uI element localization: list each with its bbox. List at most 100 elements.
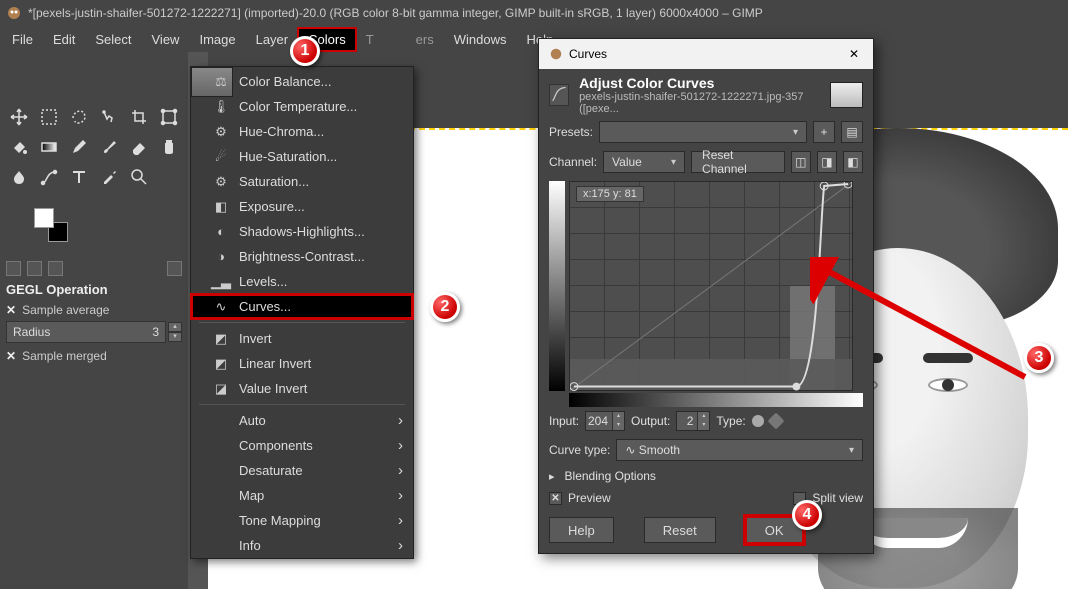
- expand-arrow-icon: ▸: [549, 470, 555, 483]
- menu-tools-partial[interactable]: T: [356, 28, 384, 51]
- cursor-xy-label: x:175 y: 81: [576, 186, 644, 202]
- fuzzy-select-tool-icon[interactable]: [96, 104, 122, 130]
- menu-exposure[interactable]: ◧Exposure...: [191, 194, 413, 219]
- smudge-tool-icon[interactable]: [6, 164, 32, 190]
- menu-separator: [199, 322, 405, 323]
- menu-map[interactable]: Map: [191, 483, 413, 508]
- window-titlebar: *[pexels-justin-shaifer-501272-1222271] …: [0, 0, 1068, 26]
- bucket-fill-tool-icon[interactable]: [6, 134, 32, 160]
- histogram-linear-button[interactable]: ◫: [791, 151, 811, 173]
- blending-options-row[interactable]: ▸ Blending Options: [539, 465, 873, 487]
- color-picker-tool-icon[interactable]: [96, 164, 122, 190]
- presets-label: Presets:: [549, 125, 593, 139]
- radius-spinner[interactable]: ▴▾: [168, 322, 182, 342]
- paintbrush-tool-icon[interactable]: [96, 134, 122, 160]
- menu-desaturate[interactable]: Desaturate: [191, 458, 413, 483]
- fg-color-swatch[interactable]: [34, 208, 54, 228]
- menu-brightness-contrast[interactable]: ◑Brightness-Contrast...: [191, 244, 413, 269]
- dock-tab-menu[interactable]: [167, 261, 182, 276]
- curve-graph[interactable]: x:175 y: 81: [569, 181, 853, 391]
- gradient-tool-icon[interactable]: [36, 134, 62, 160]
- tool-options-title: GEGL Operation: [6, 282, 182, 297]
- curves-dialog: Curves ✕ Adjust Color Curves pexels-just…: [538, 38, 874, 554]
- chevron-down-icon: ▾: [849, 445, 854, 456]
- menu-color-temperature[interactable]: 🌡Color Temperature...: [191, 94, 413, 119]
- reset-button[interactable]: Reset: [644, 517, 716, 543]
- curve-area: x:175 y: 81: [549, 181, 863, 391]
- presets-select[interactable]: ▾: [599, 121, 807, 143]
- invert-icon: ◪: [213, 381, 229, 397]
- curve-type-label: Curve type:: [549, 443, 610, 457]
- menu-linear-invert[interactable]: ◩Linear Invert: [191, 351, 413, 376]
- curve-type-select[interactable]: ∿ Smooth▾: [616, 439, 863, 461]
- move-tool-icon[interactable]: [6, 104, 32, 130]
- split-view-label: Split view: [812, 491, 863, 505]
- menu-invert[interactable]: ◩Invert: [191, 326, 413, 351]
- preview-checkbox[interactable]: ✕: [549, 492, 562, 505]
- callout-3: 3: [1024, 343, 1054, 373]
- preview-label: Preview: [568, 491, 611, 505]
- callout-2: 2: [430, 292, 460, 322]
- clone-tool-icon[interactable]: [156, 134, 182, 160]
- levels-icon: ▁▃: [213, 274, 229, 290]
- dock-tab-3[interactable]: [48, 261, 63, 276]
- menu-info[interactable]: Info: [191, 533, 413, 558]
- dialog-heading: Adjust Color Curves: [579, 75, 820, 91]
- menu-hue-saturation[interactable]: ☄Hue-Saturation...: [191, 144, 413, 169]
- callout-4: 4: [792, 500, 822, 530]
- chevron-down-icon: ▾: [793, 127, 798, 138]
- menu-file[interactable]: File: [2, 28, 43, 51]
- text-tool-icon[interactable]: [66, 164, 92, 190]
- sliders-icon: ☄: [213, 149, 229, 165]
- menu-windows[interactable]: Windows: [444, 28, 517, 51]
- gimp-logo-icon: [6, 5, 22, 21]
- dock-tab-1[interactable]: [6, 261, 21, 276]
- dock-tab-2[interactable]: [27, 261, 42, 276]
- rect-select-tool-icon[interactable]: [36, 104, 62, 130]
- menu-filters-partial[interactable]: ers: [406, 28, 444, 51]
- sample-average-label: Sample average: [22, 303, 109, 317]
- close-icon[interactable]: ✕: [845, 45, 863, 63]
- menu-view[interactable]: View: [142, 28, 190, 51]
- menu-edit[interactable]: Edit: [43, 28, 85, 51]
- sample-average-row[interactable]: ✕ Sample average: [6, 303, 182, 317]
- menu-curves[interactable]: ∿Curves...: [191, 294, 413, 319]
- add-preset-button[interactable]: +: [813, 121, 835, 143]
- fg-bg-color-swatch[interactable]: [34, 208, 68, 242]
- free-select-tool-icon[interactable]: [66, 104, 92, 130]
- input-value-field[interactable]: 204▴▾: [585, 411, 625, 431]
- menu-image[interactable]: Image: [189, 28, 245, 51]
- transform-tool-icon[interactable]: [156, 104, 182, 130]
- zoom-tool-icon[interactable]: [126, 164, 152, 190]
- menu-select[interactable]: Select: [85, 28, 141, 51]
- menu-auto[interactable]: Auto: [191, 408, 413, 433]
- menu-hue-chroma[interactable]: ⚙Hue-Chroma...: [191, 119, 413, 144]
- output-value-field[interactable]: 2▴▾: [676, 411, 710, 431]
- sample-average-checkbox[interactable]: ✕: [6, 303, 16, 317]
- histogram-perceptual-button[interactable]: ◧: [843, 151, 863, 173]
- crop-tool-icon[interactable]: [126, 104, 152, 130]
- menu-tone-mapping[interactable]: Tone Mapping: [191, 508, 413, 533]
- menu-components[interactable]: Components: [191, 433, 413, 458]
- dock-tabs: [6, 258, 182, 278]
- preset-menu-button[interactable]: ▤: [841, 121, 863, 143]
- point-type-smooth[interactable]: [752, 415, 764, 427]
- histogram-log-button[interactable]: ◨: [817, 151, 837, 173]
- menu-value-invert[interactable]: ◪Value Invert: [191, 376, 413, 401]
- reset-channel-button[interactable]: Reset Channel: [691, 151, 785, 173]
- dialog-titlebar[interactable]: Curves ✕: [539, 39, 873, 69]
- menu-color-balance[interactable]: ⚖Color Balance...: [191, 69, 413, 94]
- menu-saturation[interactable]: ⚙Saturation...: [191, 169, 413, 194]
- menu-shadows-highlights[interactable]: ◐Shadows-Highlights...: [191, 219, 413, 244]
- help-button[interactable]: Help: [549, 517, 614, 543]
- pencil-tool-icon[interactable]: [66, 134, 92, 160]
- radius-field[interactable]: Radius 3: [6, 321, 166, 343]
- path-tool-icon[interactable]: [36, 164, 62, 190]
- sample-merged-row[interactable]: ✕ Sample merged: [6, 349, 182, 363]
- blending-options-label: Blending Options: [565, 469, 656, 483]
- channel-select[interactable]: Value▾: [603, 151, 685, 173]
- sample-merged-checkbox[interactable]: ✕: [6, 349, 16, 363]
- point-type-corner[interactable]: [767, 413, 784, 430]
- menu-levels[interactable]: ▁▃Levels...: [191, 269, 413, 294]
- eraser-tool-icon[interactable]: [126, 134, 152, 160]
